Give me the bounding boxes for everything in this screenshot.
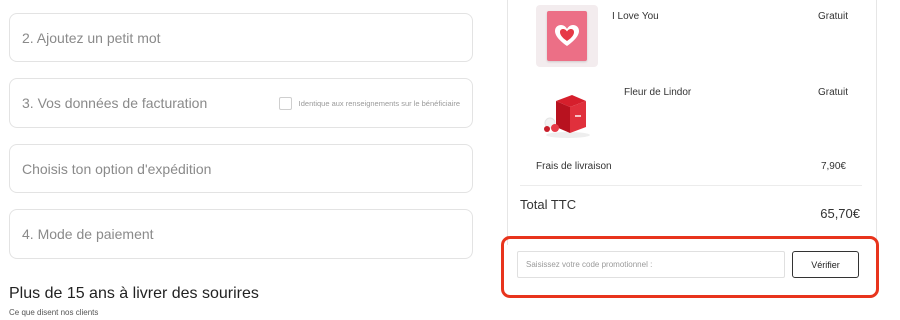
step-shipping-option[interactable]: Choisis ton option d'expédition: [9, 144, 473, 193]
total-label: Total TTC: [520, 197, 577, 212]
step-title: 3. Vos données de facturation: [22, 95, 208, 111]
cart-item-price: Gratuit: [817, 11, 848, 22]
step-add-message[interactable]: 2. Ajoutez un petit mot: [9, 13, 473, 62]
cart-item-price: Gratuit: [817, 87, 848, 98]
same-as-recipient-checkbox[interactable]: [278, 96, 292, 110]
reviews-heading: Plus de 15 ans à livrer des sourires: [9, 285, 259, 302]
step-payment-method[interactable]: 4. Mode de paiement: [9, 209, 473, 259]
step-title: 2. Ajoutez un petit mot: [22, 29, 161, 46]
same-as-recipient-option[interactable]: Identique aux renseignements sur le béné…: [278, 96, 460, 110]
order-summary: I Love You Gratuit Fleur de Lindor Gratu…: [507, 0, 877, 245]
red-gift-box-icon: [544, 95, 590, 138]
cart-item: I Love You Gratuit: [508, 5, 878, 67]
cart-item: Fleur de Lindor Gratuit: [508, 87, 878, 141]
total-value: 65,70€: [820, 206, 860, 221]
step-billing-details[interactable]: 3. Vos données de facturation Identique …: [9, 78, 473, 128]
cart-item-name: I Love You: [612, 11, 659, 22]
cart-item-name: Fleur de Lindor: [624, 87, 692, 98]
step-title: 4. Mode de paiement: [22, 226, 154, 242]
same-as-recipient-label: Identique aux renseignements sur le béné…: [298, 98, 460, 108]
verify-promo-button[interactable]: Vérifier: [792, 251, 859, 278]
summary-divider: [520, 185, 862, 186]
step-title: Choisis ton option d'expédition: [22, 160, 212, 177]
shipping-fee-label: Frais de livraison: [536, 161, 612, 172]
heart-card-icon: [536, 5, 598, 67]
promo-code-input[interactable]: [517, 251, 785, 278]
reviews-subheading: Ce que disent nos clients: [9, 308, 99, 317]
shipping-fee-value: 7,90€: [820, 161, 846, 172]
